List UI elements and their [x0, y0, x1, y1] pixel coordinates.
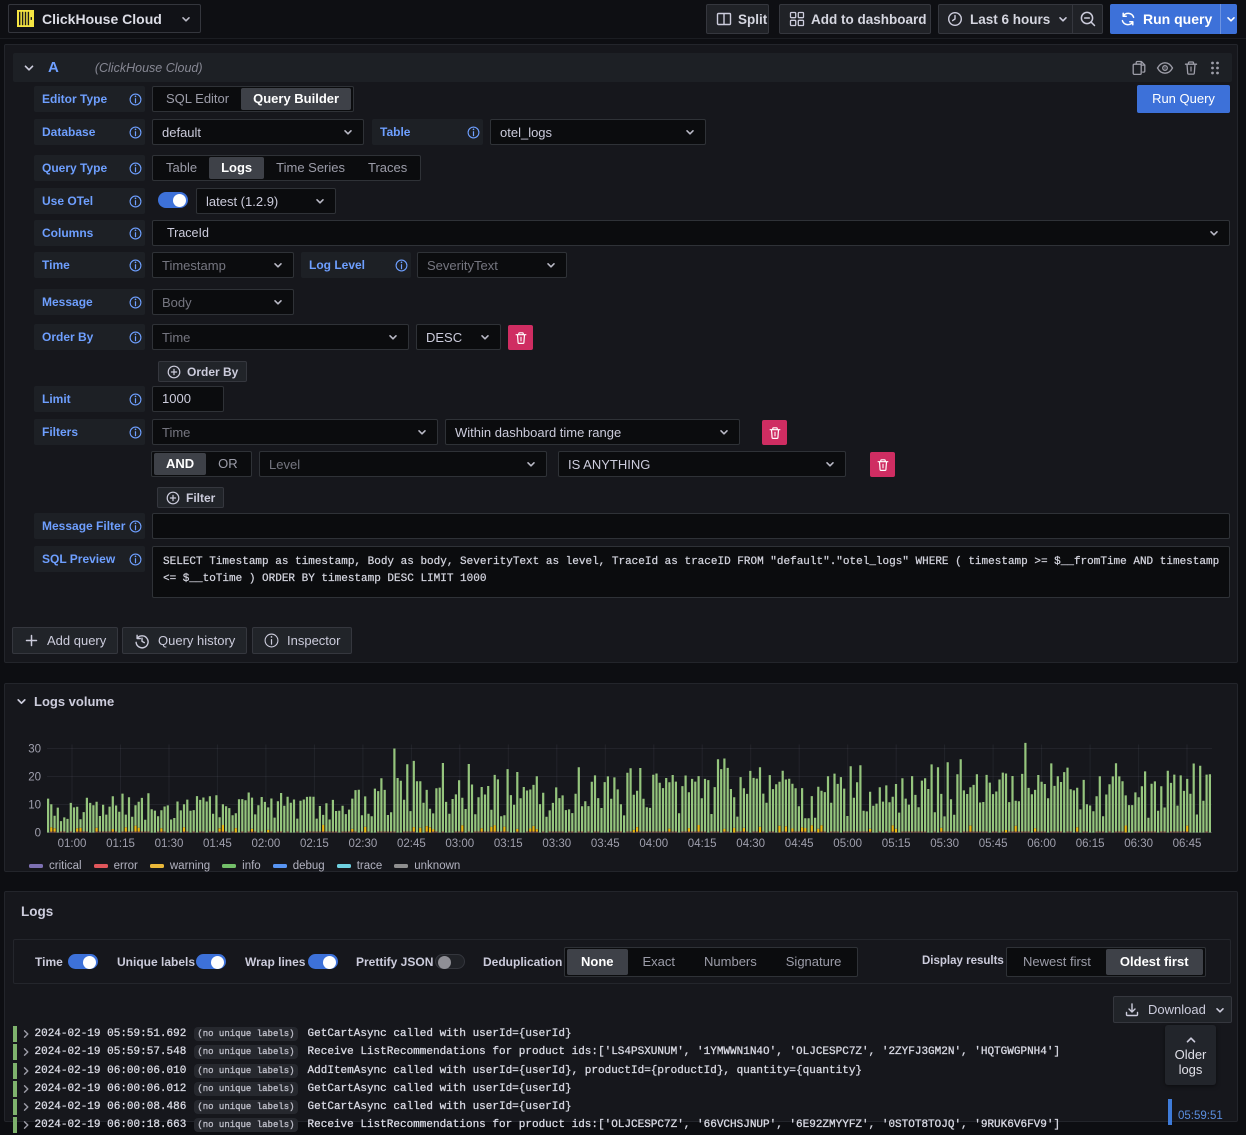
svg-text:05:00: 05:00: [833, 838, 862, 850]
svg-text:03:45: 03:45: [591, 838, 620, 850]
svg-text:04:00: 04:00: [639, 838, 668, 850]
svg-text:03:15: 03:15: [494, 838, 523, 850]
svg-text:30: 30: [28, 744, 41, 756]
svg-text:05:45: 05:45: [979, 838, 1008, 850]
svg-text:05:30: 05:30: [930, 838, 959, 850]
svg-text:02:30: 02:30: [349, 838, 378, 850]
svg-text:01:00: 01:00: [58, 838, 87, 850]
svg-text:02:45: 02:45: [397, 838, 426, 850]
svg-text:03:00: 03:00: [445, 838, 474, 850]
svg-text:01:30: 01:30: [155, 838, 184, 850]
svg-text:10: 10: [28, 800, 41, 812]
svg-text:04:30: 04:30: [736, 838, 765, 850]
svg-text:03:30: 03:30: [542, 838, 571, 850]
svg-text:02:00: 02:00: [252, 838, 281, 850]
svg-text:05:15: 05:15: [882, 838, 911, 850]
svg-text:02:15: 02:15: [300, 838, 329, 850]
svg-text:20: 20: [28, 772, 41, 784]
svg-text:06:15: 06:15: [1076, 838, 1105, 850]
svg-text:0: 0: [35, 828, 41, 840]
svg-text:06:30: 06:30: [1124, 838, 1153, 850]
svg-text:01:15: 01:15: [106, 838, 135, 850]
svg-text:06:00: 06:00: [1027, 838, 1056, 850]
svg-text:04:45: 04:45: [785, 838, 814, 850]
svg-text:04:15: 04:15: [688, 838, 717, 850]
svg-text:01:45: 01:45: [203, 838, 232, 850]
svg-text:06:45: 06:45: [1173, 838, 1202, 850]
